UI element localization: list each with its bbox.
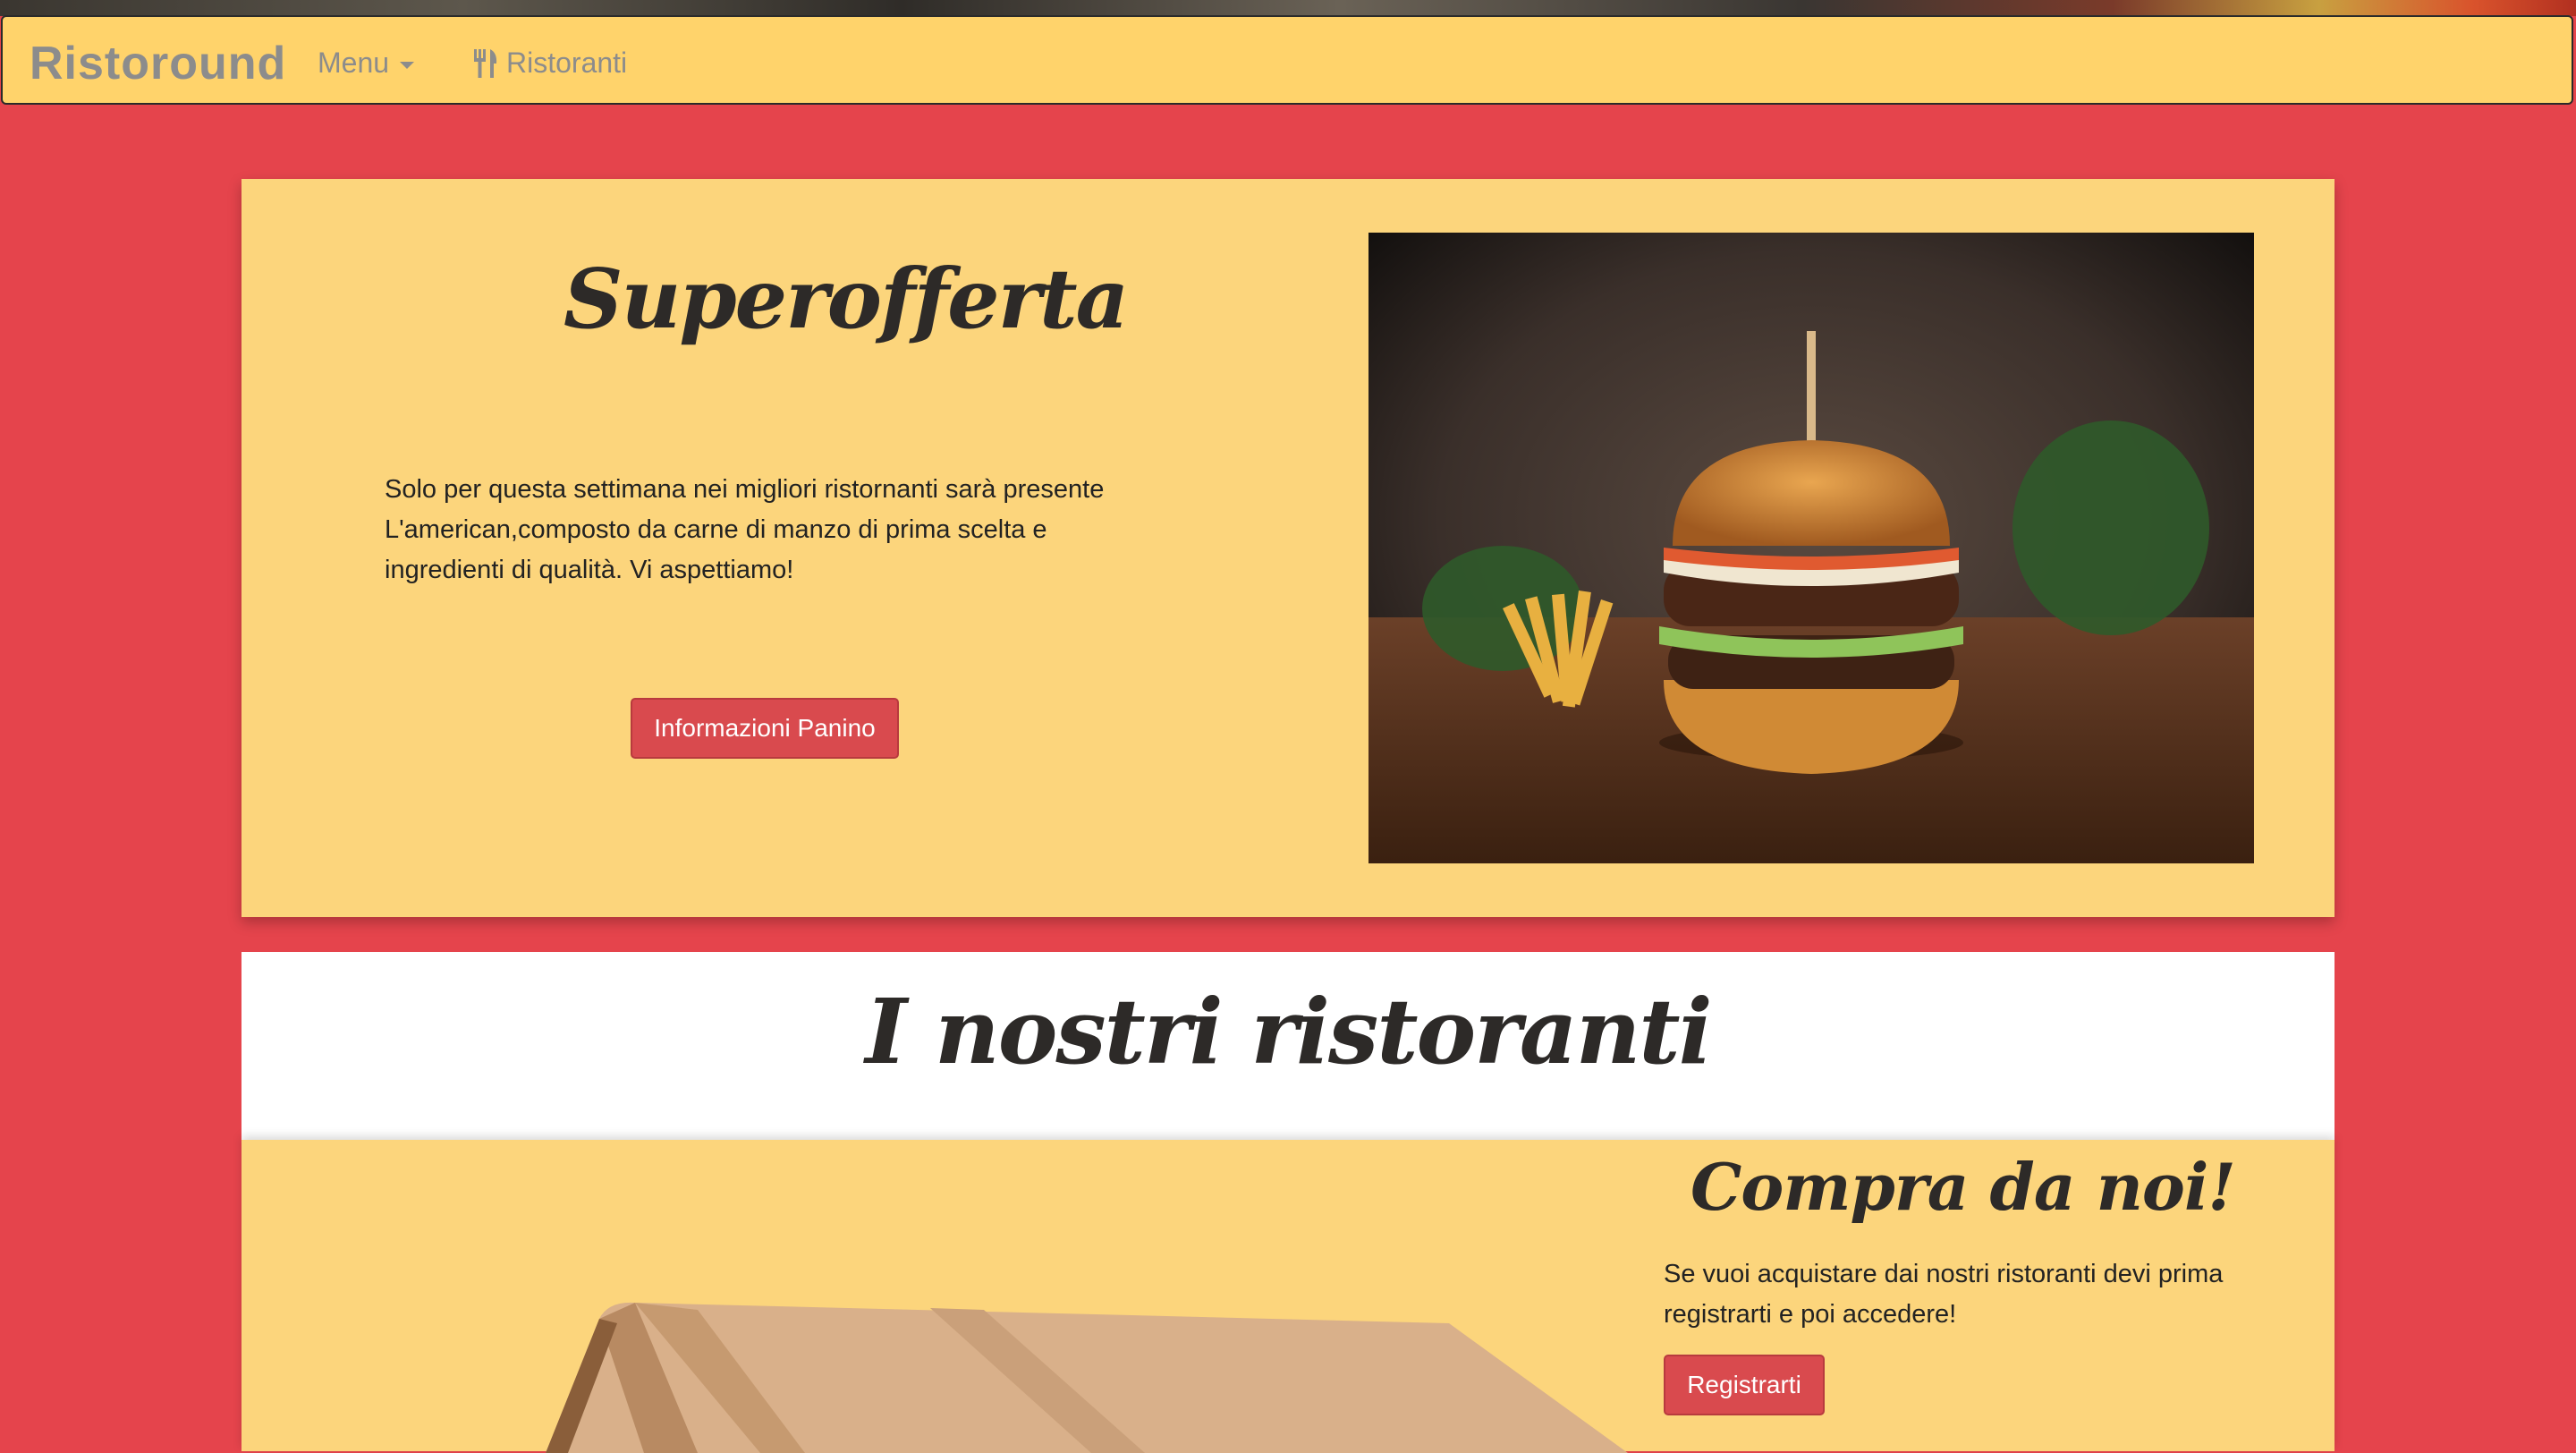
paper-bag-image: [465, 1283, 1717, 1453]
menu-label: Menu: [318, 47, 390, 79]
burger-image: [1368, 233, 2254, 863]
buy-panel: Compra da noi! Se vuoi acquistare dai no…: [242, 1140, 2334, 1453]
navbar: Ristoround Menu Ristoranti: [1, 15, 2573, 105]
ristoranti-label: Ristoranti: [506, 47, 628, 79]
header-banner-strip: [0, 0, 2576, 16]
caret-down-icon: [400, 61, 415, 69]
restaurants-title-panel: I nostri ristoranti: [242, 952, 2334, 1140]
register-button[interactable]: Registrarti: [1664, 1355, 1825, 1415]
brand-logo[interactable]: Ristoround: [30, 37, 286, 90]
nav-link-ristoranti[interactable]: Ristoranti: [472, 47, 627, 80]
menu-dropdown[interactable]: Menu: [318, 47, 415, 80]
cutlery-icon: [474, 48, 497, 78]
info-panino-button[interactable]: Informazioni Panino: [631, 698, 899, 759]
restaurants-title: I nostri ristoranti: [865, 979, 1712, 1084]
offer-title: Superofferta: [564, 251, 1129, 347]
buy-title: Compra da noi!: [1690, 1149, 2236, 1225]
offer-panel: Superofferta Solo per questa settimana n…: [242, 179, 2334, 917]
offer-description: Solo per questa settimana nei migliori r…: [385, 475, 1105, 584]
buy-description: Se vuoi acquistare dai nostri ristoranti…: [1664, 1260, 2224, 1329]
